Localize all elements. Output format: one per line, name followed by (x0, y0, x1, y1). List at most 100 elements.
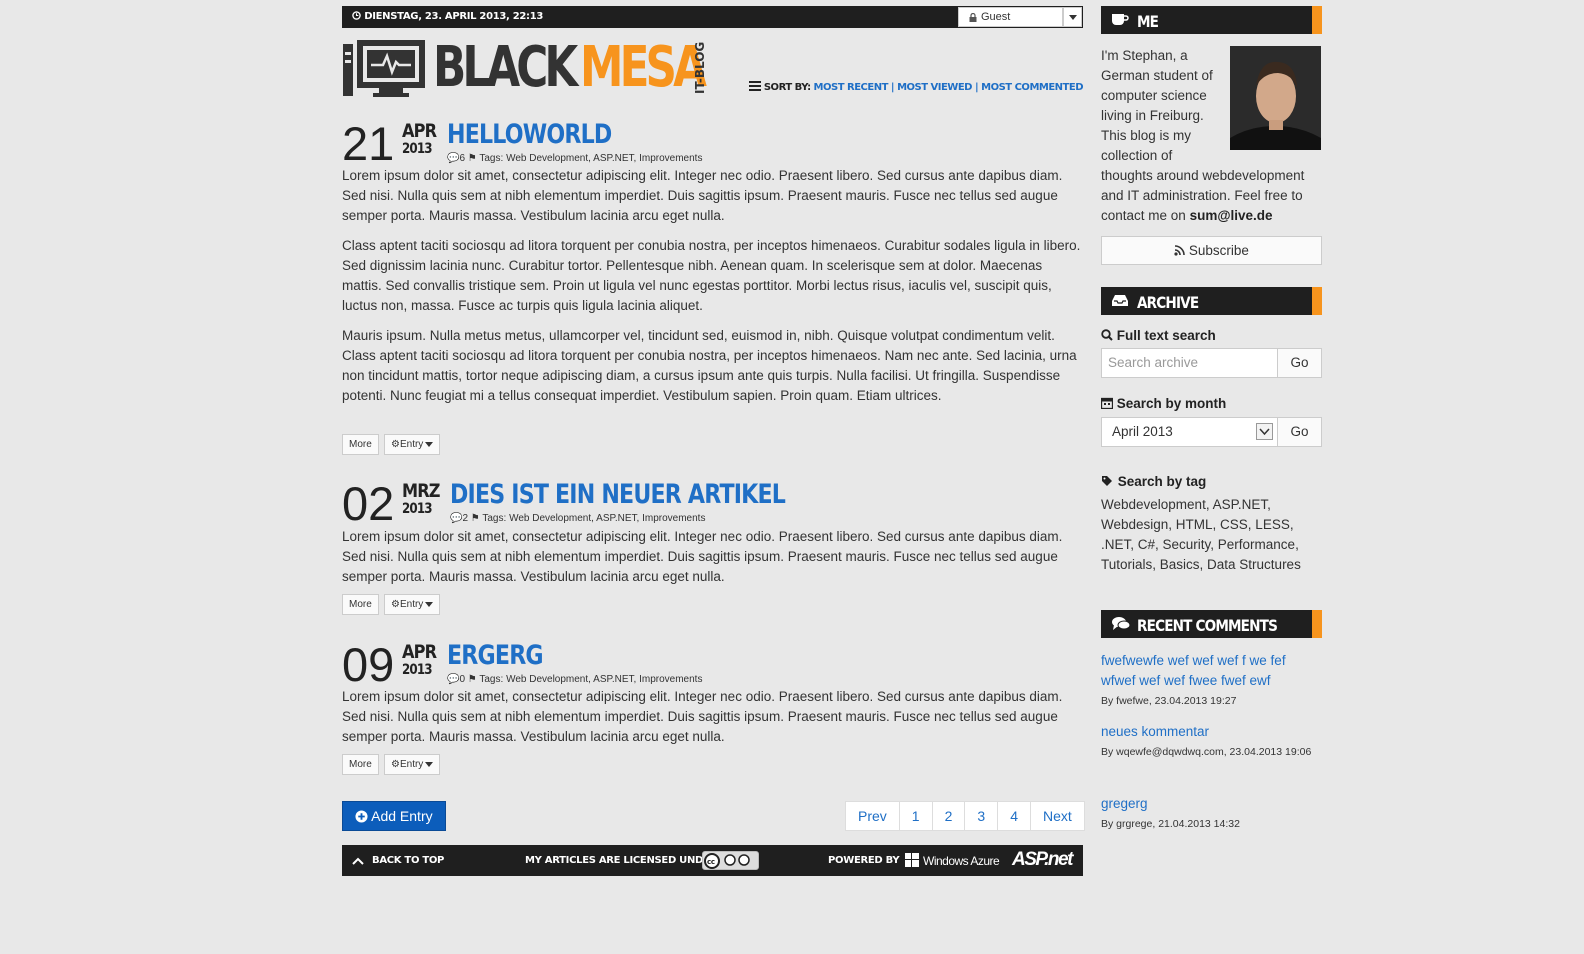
post-meta: 💬2 ⚑ Tags: Web Development, ASP.NET, Imp… (450, 513, 705, 524)
tags-icon: ⚑ (467, 674, 477, 685)
month-select[interactable]: April 2013 (1101, 417, 1278, 447)
windows-icon (905, 853, 919, 867)
recent-comments-header: RECENT COMMENTS (1101, 610, 1322, 638)
inbox-icon (1112, 295, 1128, 306)
recent-comment: fwefwewfe wef wef wef f we fef wfwef wef… (1101, 651, 1322, 711)
go-label: Go (1290, 424, 1309, 439)
archive-section-header: ARCHIVE (1101, 287, 1322, 315)
tags-label: Tags: (482, 513, 507, 524)
pager-page-3[interactable]: 3 (965, 802, 999, 830)
me-heading: ME (1137, 12, 1159, 31)
avatar (1230, 46, 1321, 150)
post-day: 02 (342, 477, 395, 530)
gear-icon: ⚙ (391, 759, 400, 770)
subscribe-button[interactable]: Subscribe (1101, 236, 1322, 265)
go-label: Go (1290, 355, 1309, 370)
post-title[interactable]: DIES IST EIN NEUER ARTIKEL (450, 480, 786, 510)
back-to-top-link[interactable]: BACK TO TOP (372, 855, 444, 866)
sort-most-recent[interactable]: MOST RECENT (814, 82, 889, 93)
calendar-icon (1100, 397, 1114, 410)
chevron-up-icon (352, 857, 364, 865)
entry-dropdown[interactable]: ⚙Entry (384, 594, 441, 615)
comment-author: By grgrege, 21.04.2013 14:32 (1101, 818, 1240, 830)
post-tags[interactable]: Web Development, ASP.NET, Improvements (506, 153, 702, 164)
user-dropdown-toggle[interactable] (1063, 7, 1082, 27)
gear-icon: ⚙ (391, 599, 400, 610)
comment-icon: 💬 (447, 674, 460, 685)
about-me: I'm Stephan, a German student of compute… (1101, 46, 1321, 226)
license-text: MY ARTICLES ARE LICENSED UNDER (525, 855, 717, 866)
sort-bar: SORT BY: MOST RECENT | MOST VIEWED | MOST CO… (748, 81, 1083, 93)
post-body: Lorem ipsum dolor sit amet, consectetur … (342, 527, 1083, 597)
list-icon (748, 81, 761, 91)
more-button[interactable]: More (342, 754, 379, 775)
post-paragraph: Class aptent taciti sociosqu ad litora t… (342, 238, 1081, 313)
logo-mesa-text: MESA (580, 35, 707, 100)
date-text: DIENSTAG, 23. APRIL 2013, 22:13 (364, 11, 544, 22)
post-meta: 💬0 ⚑ Tags: Web Development, ASP.NET, Imp… (447, 674, 702, 685)
tags-label: Tags: (479, 674, 504, 685)
archive-heading: ARCHIVE (1137, 293, 1199, 312)
post-tags[interactable]: Web Development, ASP.NET, Improvements (509, 513, 705, 524)
date-display: DIENSTAG, 23. APRIL 2013, 22:13 (352, 11, 543, 22)
pager-next[interactable]: Next (1031, 802, 1084, 830)
more-label: More (349, 439, 372, 450)
post-title[interactable]: HELLOWORLD (447, 120, 612, 150)
comment-link[interactable]: fwefwewfe wef wef wef f we fef wfwef wef… (1101, 651, 1322, 691)
post-paragraph: Lorem ipsum dolor sit amet, consectetur … (342, 689, 1063, 744)
post-month: APR (402, 120, 437, 142)
archive-search-input[interactable]: Search archive (1101, 348, 1278, 378)
post-year: 2013 (402, 662, 433, 678)
post-year: 2013 (402, 501, 433, 517)
recent-comment: gregerg By grgrege, 21.04.2013 14:32 (1101, 794, 1322, 834)
recent-comments-heading: RECENT COMMENTS (1137, 616, 1278, 635)
sort-most-commented[interactable]: MOST COMMENTED (981, 82, 1083, 93)
post-tags[interactable]: Web Development, ASP.NET, Improvements (506, 674, 702, 685)
post-title[interactable]: ERGERG (447, 641, 544, 671)
pager-page-4[interactable]: 4 (998, 802, 1031, 830)
post-body: Lorem ipsum dolor sit amet, consectetur … (342, 166, 1083, 416)
tags-icon: ⚑ (467, 153, 477, 164)
creative-commons-badge[interactable]: cc (702, 851, 759, 870)
pager-page-2[interactable]: 2 (933, 802, 966, 830)
more-button[interactable]: More (342, 594, 379, 615)
user-button[interactable]: Guest (958, 7, 1063, 27)
windows-azure-logo[interactable]: Windows Azure (923, 854, 1000, 868)
comments-icon (1112, 617, 1131, 630)
entry-label: Entry (399, 599, 424, 610)
comment-icon: 💬 (450, 513, 463, 524)
comment-link[interactable]: neues kommentar (1101, 722, 1322, 742)
top-bar: DIENSTAG, 23. APRIL 2013, 22:13 Guest (342, 6, 1083, 28)
aspnet-logo[interactable]: ASP.net (1012, 849, 1073, 871)
chevron-down-icon (1256, 423, 1273, 440)
comment-link[interactable]: gregerg (1101, 794, 1322, 814)
fulltext-label-text: Full text search (1116, 328, 1216, 343)
search-go-button[interactable]: Go (1277, 348, 1322, 378)
pager-page-1[interactable]: 1 (900, 802, 933, 830)
month-go-button[interactable]: Go (1277, 417, 1322, 447)
me-section-header: ME (1101, 6, 1322, 34)
tag-label-text: Search by tag (1117, 474, 1207, 489)
pager-prev[interactable]: Prev (846, 802, 900, 830)
profile-photo (1230, 46, 1321, 150)
lock-icon (969, 13, 977, 22)
powered-by-text: POWERED BY (828, 855, 900, 866)
entry-dropdown[interactable]: ⚙Entry (384, 754, 441, 775)
search-placeholder: Search archive (1108, 355, 1199, 370)
post-year: 2013 (402, 141, 433, 157)
sort-most-viewed[interactable]: MOST VIEWED (897, 82, 972, 93)
entry-dropdown[interactable]: ⚙Entry (384, 434, 441, 455)
comment-author: By wqewfe@dqwdwq.com, 23.04.2013 19:06 (1101, 746, 1312, 758)
post-paragraph: Mauris ipsum. Nulla metus metus, ullamco… (342, 328, 1077, 403)
entry-label: Entry (399, 439, 424, 450)
entry-label: Entry (399, 759, 424, 770)
tag-list[interactable]: Webdevelopment, ASP.NET, Webdesign, HTML… (1101, 495, 1322, 575)
post-paragraph: Lorem ipsum dolor sit amet, consectetur … (342, 529, 1063, 584)
comment-author: By fwefwe, 23.04.2013 19:27 (1101, 695, 1237, 707)
logo-tagline: IT-BLOG (693, 41, 707, 95)
more-button[interactable]: More (342, 434, 379, 455)
add-entry-button[interactable]: Add Entry (342, 801, 446, 831)
comment-count: 0 (459, 674, 466, 685)
email-link[interactable]: sum@live.de (1190, 208, 1273, 223)
post-month: MRZ (402, 480, 441, 502)
